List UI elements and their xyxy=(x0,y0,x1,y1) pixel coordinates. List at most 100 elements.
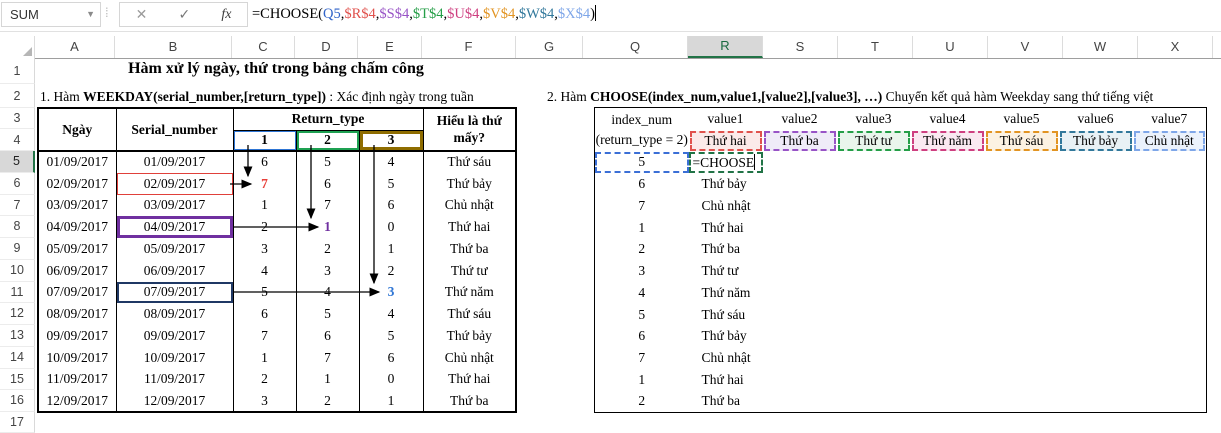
cell-r2[interactable]: 5 xyxy=(295,303,359,325)
cell-index-num[interactable]: 5 xyxy=(595,304,689,326)
note-choose[interactable]: 2. Hàm CHOOSE(index_num,value1,[value2],… xyxy=(547,89,1153,105)
cell-r2[interactable]: 7 xyxy=(295,346,359,369)
row-header-12[interactable]: 12 xyxy=(0,303,35,325)
cell-r1[interactable]: 3 xyxy=(232,238,296,260)
column-header-e[interactable]: E xyxy=(358,36,422,58)
insert-function-button[interactable]: fx xyxy=(221,7,231,23)
cell-date[interactable]: 08/09/2017 xyxy=(37,303,116,325)
row-header-17[interactable]: 17 xyxy=(0,412,35,433)
cell-r1[interactable]: 6 xyxy=(232,151,296,173)
column-header-s[interactable]: S xyxy=(763,36,838,58)
row-header-15[interactable]: 15 xyxy=(0,368,35,391)
header-meaning[interactable]: Hiểu là thứ mấy? xyxy=(422,108,516,152)
cell-serial[interactable]: 12/09/2017 xyxy=(115,390,233,412)
column-header-d[interactable]: D xyxy=(295,36,358,58)
day-value-cell[interactable]: Chủ nhật xyxy=(1133,130,1207,152)
row-header-4[interactable]: 4 xyxy=(0,129,35,151)
day-value-cell[interactable]: Thứ sáu xyxy=(985,130,1059,152)
cancel-button[interactable]: ✕ xyxy=(136,6,148,23)
cell-r3[interactable]: 6 xyxy=(358,346,423,369)
cell-r1[interactable]: 1 xyxy=(232,194,296,217)
cell-index-num[interactable]: 6 xyxy=(595,326,689,348)
cell-serial[interactable]: 11/09/2017 xyxy=(115,368,233,391)
column-header-r[interactable]: R xyxy=(688,36,763,58)
cell-meaning[interactable]: Thứ bảy xyxy=(422,172,516,195)
formula-input[interactable]: =CHOOSE(Q5,$R$4,$S$4,$T$4,$U$4,$V$4,$W$4… xyxy=(252,2,1219,27)
cell-weekday-name[interactable]: Thứ ba xyxy=(689,391,763,413)
row-header-16[interactable]: 16 xyxy=(0,390,35,412)
cell-r1[interactable]: 2 xyxy=(232,368,296,391)
cell-r3[interactable]: 4 xyxy=(358,151,423,173)
row-header-1[interactable]: 1 xyxy=(0,58,35,84)
cell-index-num[interactable]: 2 xyxy=(595,391,689,413)
header-value3[interactable]: value3 xyxy=(837,108,911,130)
cell-serial[interactable]: 02/09/2017 xyxy=(115,172,233,195)
cell-r2[interactable]: 6 xyxy=(295,325,359,347)
cell-r2[interactable]: 2 xyxy=(295,238,359,260)
day-value-cell[interactable]: Thứ năm xyxy=(911,130,985,152)
header-return-type-1[interactable]: 1 xyxy=(232,130,296,152)
sheet-title[interactable]: Hàm xử lý ngày, thứ trong bảng chấm công xyxy=(37,60,515,78)
day-value-cell[interactable]: Thứ bảy xyxy=(1059,130,1133,152)
column-header-v[interactable]: V xyxy=(988,36,1063,58)
cell-serial[interactable]: 08/09/2017 xyxy=(115,303,233,325)
cell-r2[interactable]: 1 xyxy=(295,216,359,238)
row-header-8[interactable]: 8 xyxy=(0,216,35,238)
cell-weekday-name[interactable]: Chủ nhật xyxy=(689,195,763,217)
column-header-q[interactable]: Q xyxy=(583,36,688,58)
cell-r2[interactable]: 6 xyxy=(295,172,359,195)
cell-weekday-name[interactable]: Thứ bảy xyxy=(689,326,763,348)
cell-date[interactable]: 06/09/2017 xyxy=(37,259,116,282)
cell-meaning[interactable]: Thứ sáu xyxy=(422,151,516,173)
cell-r2[interactable]: 7 xyxy=(295,194,359,217)
cell-serial[interactable]: 01/09/2017 xyxy=(115,151,233,173)
select-all-corner[interactable] xyxy=(0,36,35,58)
cell-index-num[interactable]: 6 xyxy=(595,173,689,195)
editing-cell-r5[interactable]: =CHOOSE xyxy=(688,151,763,174)
cell-weekday-name[interactable]: Chủ nhật xyxy=(689,347,763,369)
cell-r3[interactable]: 6 xyxy=(358,194,423,217)
header-index-num[interactable]: index_num (return_type = 2) xyxy=(595,108,689,152)
cell-r1[interactable]: 3 xyxy=(232,390,296,412)
cell-weekday-name[interactable]: Thứ hai xyxy=(689,217,763,239)
cell-r1[interactable]: 5 xyxy=(232,281,296,304)
cell-meaning[interactable]: Thứ năm xyxy=(422,281,516,304)
cell-meaning[interactable]: Thứ tư xyxy=(422,259,516,282)
cell-date[interactable]: 09/09/2017 xyxy=(37,325,116,347)
column-header-w[interactable]: W xyxy=(1063,36,1138,58)
cell-serial[interactable]: 03/09/2017 xyxy=(115,194,233,217)
row-header-11[interactable]: 11 xyxy=(0,281,35,304)
cell-r2[interactable]: 1 xyxy=(295,368,359,391)
cell-serial[interactable]: 09/09/2017 xyxy=(115,325,233,347)
cell-weekday-name[interactable]: Thứ hai xyxy=(689,369,763,391)
row-header-6[interactable]: 6 xyxy=(0,172,35,195)
column-header-f[interactable]: F xyxy=(422,36,516,58)
day-value-cell[interactable]: Thứ tư xyxy=(837,130,911,152)
cell-weekday-name[interactable]: Thứ năm xyxy=(689,282,763,304)
header-value2[interactable]: value2 xyxy=(763,108,837,130)
cell-r1[interactable]: 7 xyxy=(232,325,296,347)
cell-weekday-name[interactable]: Thứ ba xyxy=(689,239,763,261)
header-value6[interactable]: value6 xyxy=(1059,108,1133,130)
cell-meaning[interactable]: Thứ sáu xyxy=(422,303,516,325)
column-header-a[interactable]: A xyxy=(35,36,115,58)
cell-date[interactable]: 04/09/2017 xyxy=(37,216,116,238)
cell-meaning[interactable]: Chủ nhật xyxy=(422,194,516,217)
cell-index-num[interactable]: 1 xyxy=(595,217,689,239)
note-weekday[interactable]: 1. Hàm WEEKDAY(serial_number,[return_typ… xyxy=(40,89,474,105)
cell-meaning[interactable]: Thứ ba xyxy=(422,238,516,260)
cell-meaning[interactable]: Thứ hai xyxy=(422,368,516,391)
cell-date[interactable]: 11/09/2017 xyxy=(37,368,116,391)
cell-r3[interactable]: 0 xyxy=(358,216,423,238)
cell-r1[interactable]: 6 xyxy=(232,303,296,325)
cell-serial[interactable]: 06/09/2017 xyxy=(115,259,233,282)
cell-date[interactable]: 10/09/2017 xyxy=(37,346,116,369)
cell-date[interactable]: 02/09/2017 xyxy=(37,172,116,195)
column-header-c[interactable]: C xyxy=(232,36,295,58)
name-box-dropdown-icon[interactable]: ▼ xyxy=(86,3,95,26)
cell-index-num[interactable]: 7 xyxy=(595,195,689,217)
row-header-9[interactable]: 9 xyxy=(0,238,35,260)
cell-meaning[interactable]: Thứ bảy xyxy=(422,325,516,347)
cell-r3[interactable]: 3 xyxy=(358,281,423,304)
cell-serial[interactable]: 07/09/2017 xyxy=(115,281,233,304)
